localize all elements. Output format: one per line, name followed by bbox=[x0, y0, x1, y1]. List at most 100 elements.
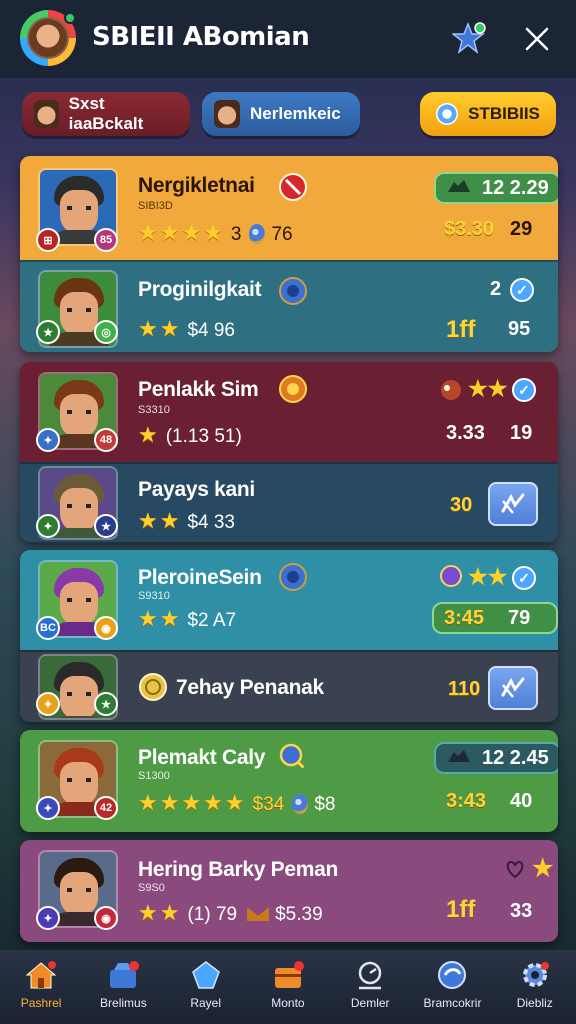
player-group-1: ⊞ 85 Nergikletnai SIBI3D ★★★★ 3 76 12 2.29… bbox=[20, 156, 558, 352]
edit-button[interactable] bbox=[488, 666, 538, 710]
filter-pill-1[interactable]: Sxst iaaBckalt bbox=[22, 92, 190, 136]
top-bar: SBIEII ABomian bbox=[0, 0, 576, 78]
score-value: 12 2.29 bbox=[482, 176, 549, 199]
magnifier-icon bbox=[279, 743, 307, 771]
nav-item-guild[interactable]: Bramcokrir bbox=[411, 950, 493, 1024]
shop-icon bbox=[110, 961, 140, 988]
stat-value: $2 A7 bbox=[187, 610, 237, 631]
bottom-nav: Pashrel Brelimus Rayel Monto Demler Bram… bbox=[0, 950, 576, 1024]
wolf-icon bbox=[448, 750, 470, 762]
player-name: Proginilgkait bbox=[138, 278, 262, 301]
shield-icon bbox=[279, 277, 307, 305]
stars: ★★ bbox=[138, 508, 182, 533]
medal-icon bbox=[279, 375, 307, 403]
player-group-5: ✦ ◉ Hering Barky Peman S9S0 ★★ (1) 79 $5.3… bbox=[20, 840, 558, 942]
player-group-3: BC ◉ PleroineSein S9310 ★★ $2 A7 ★★ ✓ 3:4… bbox=[20, 550, 558, 722]
player-group-4: ✦ 42 Plemakt Caly S1300 ★★★★★ $34 $8 12 2.… bbox=[20, 730, 558, 832]
creature-icon bbox=[441, 380, 461, 400]
filter-pill-2[interactable]: Nerlemkeic bbox=[202, 92, 360, 136]
check-icon: ✓ bbox=[512, 378, 536, 402]
count-value: 40 bbox=[510, 790, 533, 812]
score-pill: 12 2.45 bbox=[434, 742, 558, 774]
player-subtitle: S3310 bbox=[138, 404, 170, 416]
player-subtitle: S9310 bbox=[138, 590, 170, 602]
player-name: Payays kani bbox=[138, 478, 255, 501]
logo-face bbox=[27, 17, 69, 59]
nav-item-settings[interactable]: Diebliz bbox=[494, 950, 576, 1024]
gold-value: 1ff bbox=[446, 316, 476, 343]
rank-badge: 85 bbox=[94, 228, 118, 252]
count-value: 19 bbox=[510, 422, 533, 444]
player-row[interactable]: ⊞ 85 Nergikletnai SIBI3D ★★★★ 3 76 12 2.29… bbox=[20, 156, 558, 260]
player-row[interactable]: ★ ◎ Proginilgkait ★★ $4 96 2 ✓ 1ff 95 bbox=[20, 260, 558, 352]
player-name: Hering Barky Peman bbox=[138, 858, 339, 881]
star-rating: ★★ (1) 79 $5.39 bbox=[138, 900, 323, 926]
edit-button[interactable] bbox=[488, 482, 538, 526]
price-value: 3.33 bbox=[446, 422, 485, 444]
star-rating: ★★★★ 3 76 bbox=[138, 220, 293, 246]
player-row[interactable]: ✦ ◉ Hering Barky Peman S9S0 ★★ (1) 79 $5.3… bbox=[20, 840, 558, 942]
player-subtitle: SIBI3D bbox=[138, 200, 173, 212]
star-rating: ★★ $2 A7 bbox=[138, 606, 236, 632]
star-rating: ★ (1.13 51) bbox=[138, 422, 242, 448]
stars: ★★★★ bbox=[138, 220, 225, 245]
gem-icon bbox=[249, 224, 266, 245]
stars: ★★ bbox=[138, 316, 182, 341]
check-icon: ✓ bbox=[512, 566, 536, 590]
extra-value: $8 bbox=[314, 794, 336, 815]
profile-icon bbox=[358, 961, 382, 990]
rank-badge: ◉ bbox=[94, 616, 118, 640]
edit-icon bbox=[501, 677, 525, 698]
orb-icon bbox=[440, 565, 462, 587]
nav-item-home[interactable]: Pashrel bbox=[0, 950, 82, 1024]
nav-item-crystal[interactable]: Rayel bbox=[165, 950, 247, 1024]
level-badge: BC bbox=[36, 616, 60, 640]
star-badge-icon[interactable] bbox=[452, 20, 488, 56]
stat-value: $4 96 bbox=[187, 320, 235, 341]
extra-value: 76 bbox=[271, 224, 293, 245]
top-value: 2 bbox=[490, 278, 502, 300]
stat-value: $4 33 bbox=[187, 512, 235, 533]
status-button[interactable]: STBIBIIS bbox=[420, 92, 556, 136]
rank-badge: ◎ bbox=[94, 320, 118, 344]
nav-label: Bramcokrir bbox=[423, 996, 482, 1010]
gold-value: 1ff bbox=[446, 896, 476, 923]
nav-label: Rayel bbox=[190, 996, 221, 1010]
shield-icon bbox=[279, 563, 307, 591]
rank-badge: 42 bbox=[94, 796, 118, 820]
right-stars: ★★ bbox=[468, 376, 508, 401]
avatar-icon bbox=[34, 100, 59, 128]
player-row[interactable]: ✦ 42 Plemakt Caly S1300 ★★★★★ $34 $8 12 2.… bbox=[20, 730, 558, 832]
nav-item-profile[interactable]: Demler bbox=[329, 950, 411, 1024]
chest-icon bbox=[274, 961, 304, 988]
player-name: 7ehay Penanak bbox=[176, 676, 324, 699]
nav-item-chest[interactable]: Monto bbox=[247, 950, 329, 1024]
gem-icon bbox=[292, 794, 309, 815]
level-badge: ✦ bbox=[36, 428, 60, 452]
close-icon[interactable] bbox=[522, 24, 552, 54]
count-value: 29 bbox=[510, 218, 533, 240]
player-row[interactable]: ✦ 48 Penlakk Sim S3310 ★ (1.13 51) ★★ ✓ 3… bbox=[20, 362, 558, 462]
player-row[interactable]: BC ◉ PleroineSein S9310 ★★ $2 A7 ★★ ✓ 3:4… bbox=[20, 550, 558, 650]
level-badge: ✦ bbox=[36, 796, 60, 820]
price-value: 30 bbox=[450, 494, 473, 516]
price-value: $3.30 bbox=[444, 218, 495, 240]
player-row[interactable]: ✦ ★ 7ehay Penanak 110 bbox=[20, 650, 558, 722]
rank-badge: ★ bbox=[94, 514, 118, 538]
no-entry-icon bbox=[279, 173, 307, 201]
gold-value: 110 bbox=[448, 678, 481, 700]
level-badge: ✦ bbox=[36, 692, 60, 716]
player-subtitle: S1300 bbox=[138, 770, 170, 782]
player-row[interactable]: ✦ ★ Payays kani ★★ $4 33 30 bbox=[20, 462, 558, 542]
check-icon: ✓ bbox=[510, 278, 534, 302]
star-rating: ★★ $4 33 bbox=[138, 508, 235, 534]
stat-value: $34 bbox=[252, 794, 285, 815]
coin-icon bbox=[436, 103, 459, 125]
ribbon-icon bbox=[247, 907, 270, 922]
nav-item-shop[interactable]: Brelimus bbox=[82, 950, 164, 1024]
stat-value: 3 bbox=[230, 224, 242, 245]
stat-value: (1) 79 bbox=[187, 904, 238, 925]
app-logo bbox=[20, 10, 76, 66]
star-rating: ★★★★★ $34 $8 bbox=[138, 790, 335, 816]
rank-badge: ◉ bbox=[94, 906, 118, 930]
